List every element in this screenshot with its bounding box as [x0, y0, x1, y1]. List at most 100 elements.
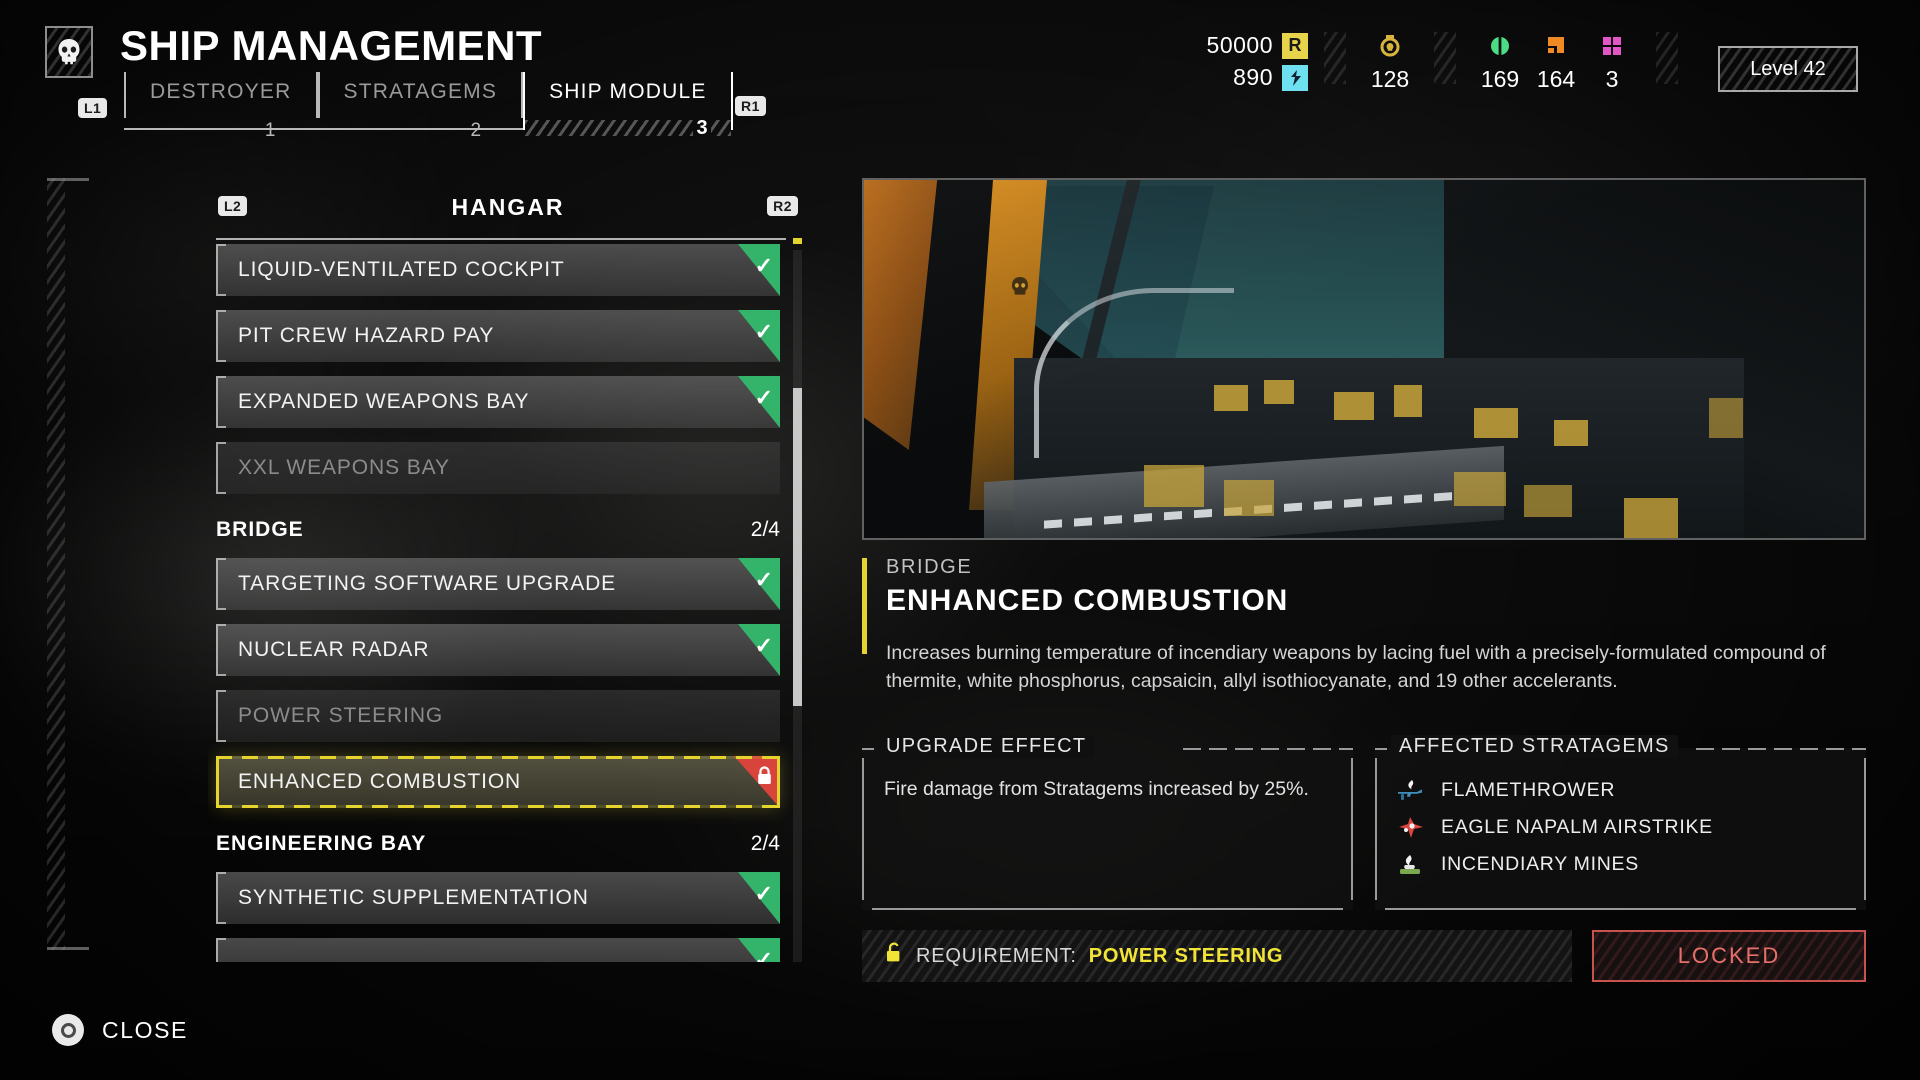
module-list-scroll-area[interactable]: LIQUID-VENTILATED COCKPIT ✓ PIT CREW HAZ…: [208, 244, 808, 962]
list-item-selected[interactable]: ENHANCED COMBUSTION: [216, 756, 780, 808]
level-badge: Level 42: [1718, 46, 1858, 92]
group-count: 2/4: [750, 518, 780, 541]
upgrade-effect-text: Fire damage from Stratagems increased by…: [884, 778, 1309, 800]
super-samples-value: 3: [1605, 66, 1619, 92]
list-item[interactable]: EXPANDED WEAPONS BAY ✓: [216, 376, 780, 428]
medals-value: 128: [1370, 66, 1410, 92]
group-name: BRIDGE: [216, 518, 304, 541]
module-label: POWER STEERING: [238, 704, 444, 727]
close-button-label: CLOSE: [102, 1016, 188, 1043]
affected-stratagems-list: FLAMETHROWER EAGLE NAPALM AIRSTRIKE INCE…: [1393, 772, 1852, 883]
skull-icon: [45, 26, 93, 78]
requisition-counter: 50000 R: [1207, 32, 1308, 59]
check-icon: ✓: [738, 376, 780, 428]
requisition-chip-letter: R: [1288, 35, 1302, 55]
upgrade-effect-title: UPGRADE EFFECT: [878, 735, 1095, 758]
tab-ship-module-index: 3: [696, 116, 708, 139]
page-title: SHIP MANAGEMENT: [120, 22, 543, 69]
lock-icon: [734, 756, 780, 808]
bumper-r2-badge[interactable]: R2: [767, 196, 798, 216]
detail-name: ENHANCED COMBUSTION: [886, 584, 1289, 617]
requirement-label: REQUIREMENT:: [916, 944, 1077, 967]
tab-ship-module-label: SHIP MODULE: [549, 80, 707, 103]
circle-button-icon: [52, 1014, 84, 1046]
incendiary-mines-icon: [1393, 850, 1427, 880]
check-icon: ✓: [738, 244, 780, 296]
super-credits-counter: 890: [1233, 64, 1308, 91]
module-detail-panel: BRIDGE ENHANCED COMBUSTION Increases bur…: [862, 178, 1866, 982]
module-label: ENHANCED COMBUSTION: [238, 770, 522, 793]
list-item[interactable]: POWER STEERING: [216, 690, 780, 742]
detail-cards: UPGRADE EFFECT Fire damage from Stratage…: [862, 735, 1866, 910]
common-sample-icon: [1488, 32, 1512, 60]
super-credits-value: 890: [1233, 64, 1273, 90]
super-sample-icon: [1600, 32, 1624, 60]
list-item[interactable]: XXL WEAPONS BAY: [216, 442, 780, 494]
module-label: TARGETING SOFTWARE UPGRADE: [238, 572, 617, 595]
close-button[interactable]: CLOSE: [52, 1014, 188, 1046]
list-item: EAGLE NAPALM AIRSTRIKE: [1393, 809, 1852, 846]
tab-destroyer-label: DESTROYER: [150, 80, 292, 103]
scrollbar-top-marker: [793, 238, 802, 244]
list-header: L2 HANGAR R2: [208, 190, 808, 234]
detail-action-bar: REQUIREMENT: POWER STEERING LOCKED: [862, 930, 1866, 982]
check-icon: ✓: [738, 872, 780, 924]
list-item[interactable]: PIT CREW HAZARD PAY ✓: [216, 310, 780, 362]
ship-bridge-interior-photo: [862, 178, 1866, 540]
list-group-header: BRIDGE 2/4: [216, 508, 780, 552]
common-samples-value: 169: [1480, 66, 1520, 92]
tab-stratagems-index: 2: [470, 120, 482, 141]
rare-sample-icon: [1543, 32, 1569, 60]
tab-destroyer[interactable]: DESTROYER 1: [124, 72, 318, 141]
list-item: INCENDIARY MINES: [1393, 846, 1852, 883]
requirement-value: POWER STEERING: [1088, 944, 1284, 967]
list-item[interactable]: LIQUID-VENTILATED COCKPIT ✓: [216, 244, 780, 296]
tab-ship-module[interactable]: SHIP MODULE 3: [523, 72, 733, 139]
locked-button[interactable]: LOCKED: [1592, 930, 1866, 982]
module-label: PIT CREW HAZARD PAY: [238, 324, 495, 347]
module-label: SYNTHETIC SUPPLEMENTATION: [238, 886, 589, 909]
left-rail-cap-top: [47, 178, 89, 181]
medal-icon: [1378, 32, 1402, 60]
super-credits-icon: [1282, 64, 1308, 91]
bumper-r1-badge[interactable]: R1: [735, 96, 766, 116]
list-item[interactable]: NUCLEAR RADAR ✓: [216, 624, 780, 676]
list-group-header: ENGINEERING BAY 2/4: [216, 822, 780, 866]
unlock-icon: [884, 942, 904, 970]
resource-divider-3: [1656, 32, 1678, 84]
list-item[interactable]: ✓: [216, 938, 780, 962]
list-item[interactable]: SYNTHETIC SUPPLEMENTATION ✓: [216, 872, 780, 924]
common-samples-counter: 169: [1472, 32, 1528, 93]
module-label: NUCLEAR RADAR: [238, 638, 430, 661]
detail-description: Increases burning temperature of incendi…: [886, 642, 1826, 692]
header-bar: SHIP MANAGEMENT L1 DESTROYER 1 STRATAGEM…: [0, 0, 1920, 148]
locked-button-label: LOCKED: [1677, 943, 1781, 968]
detail-category: BRIDGE: [886, 556, 973, 578]
bumper-l1-badge[interactable]: L1: [78, 98, 108, 118]
tab-destroyer-index: 1: [264, 120, 276, 141]
list-item[interactable]: TARGETING SOFTWARE UPGRADE ✓: [216, 558, 780, 610]
left-rail-cap-bottom: [47, 947, 89, 950]
list-header-rule: [216, 238, 786, 240]
tab-stratagems[interactable]: STRATAGEMS 2: [317, 72, 524, 141]
upgrade-effect-card: UPGRADE EFFECT Fire damage from Stratage…: [862, 735, 1353, 910]
resource-divider-1: [1324, 32, 1346, 84]
tab-stratagems-label: STRATAGEMS: [343, 80, 498, 103]
requirement-banner: REQUIREMENT: POWER STEERING: [862, 930, 1572, 982]
eagle-napalm-airstrike-icon: [1393, 813, 1427, 843]
tab-ship-module-progress: 3: [525, 117, 731, 139]
requisition-icon: R: [1282, 32, 1308, 59]
check-icon: ✓: [738, 558, 780, 610]
list-scrollbar[interactable]: [793, 250, 802, 962]
super-samples-counter: 3: [1584, 32, 1640, 93]
group-count: 2/4: [750, 832, 780, 855]
check-icon: ✓: [738, 624, 780, 676]
left-frame-rail: [47, 178, 65, 950]
requisition-value: 50000: [1206, 32, 1273, 58]
list-title: HANGAR: [451, 194, 565, 220]
module-label: XXL WEAPONS BAY: [238, 456, 450, 479]
module-list-panel: L2 HANGAR R2 LIQUID-VENTILATED COCKPIT ✓…: [208, 190, 808, 965]
stratagem-name: FLAMETHROWER: [1441, 779, 1616, 801]
module-label: LIQUID-VENTILATED COCKPIT: [238, 258, 565, 281]
scrollbar-thumb[interactable]: [793, 388, 802, 706]
